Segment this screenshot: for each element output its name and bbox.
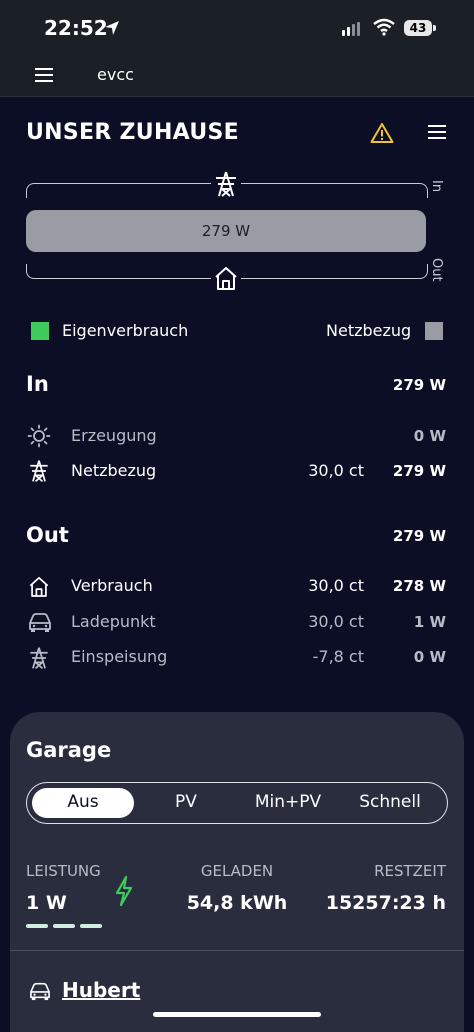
loadpoint-title: Garage — [26, 738, 112, 762]
power-tower-icon — [30, 460, 48, 483]
in-row-value: 279 W — [392, 462, 446, 480]
mode-button-schnell[interactable]: Schnell — [339, 792, 441, 812]
power-value: 1 W — [26, 892, 67, 914]
out-row-label: Einspeisung — [71, 647, 168, 666]
in-row-value: 0 W — [413, 427, 446, 445]
charging-bolt-icon — [115, 875, 133, 907]
car-icon — [29, 613, 51, 632]
mode-button-min-pv[interactable]: Min+PV — [237, 792, 339, 812]
warning-icon[interactable] — [370, 122, 394, 144]
site-menu-icon[interactable] — [428, 125, 446, 139]
flow-bar-grid: 279 W — [26, 210, 426, 252]
page-title: UNSER ZUHAUSE — [26, 120, 239, 145]
out-section-total: 279 W — [392, 527, 446, 545]
card-divider — [10, 950, 464, 951]
sun-icon — [27, 424, 51, 448]
out-row-label: Verbrauch — [71, 576, 153, 595]
app-title: evcc — [97, 65, 134, 84]
mode-button-aus[interactable]: Aus — [32, 792, 134, 812]
vehicle-name-link[interactable]: Hubert — [62, 978, 140, 1002]
battery-tip — [433, 25, 436, 31]
remaining-label: RESTZEIT — [374, 862, 446, 880]
remaining-value: 15257:23 h — [325, 892, 446, 914]
power-tower-icon — [30, 647, 48, 670]
power-tower-icon — [216, 171, 236, 197]
out-row-value: 278 W — [392, 577, 446, 595]
location-arrow-icon — [105, 21, 119, 35]
out-row-label: Ladepunkt — [71, 612, 156, 631]
battery-indicator: 43 — [404, 20, 432, 36]
out-row-value: 1 W — [413, 613, 446, 631]
clock: 22:52 — [44, 16, 108, 40]
in-row-label: Netzbezug — [71, 461, 157, 480]
grid-icon-holder — [211, 170, 241, 198]
power-indicator-dash — [53, 924, 75, 928]
wifi-icon — [373, 18, 395, 36]
in-section-total: 279 W — [392, 376, 446, 394]
status-bar: 22:52 43 — [0, 0, 474, 56]
power-indicator-dash — [80, 924, 102, 928]
grid-import-swatch — [425, 322, 443, 340]
in-row-label: Erzeugung — [71, 426, 157, 445]
house-icon — [215, 267, 237, 290]
in-section-title: In — [26, 372, 49, 396]
self-consumption-swatch — [31, 322, 49, 340]
power-label: LEISTUNG — [26, 862, 101, 880]
flow-in-label: In — [429, 180, 444, 193]
cellular-signal-icon — [342, 22, 364, 36]
out-row-value: 0 W — [413, 648, 446, 666]
legend-grid-import: Netzbezug — [326, 321, 412, 340]
car-icon — [30, 982, 50, 1001]
home-indicator[interactable] — [153, 1012, 321, 1017]
hamburger-menu-icon[interactable] — [35, 68, 53, 82]
legend-self-consumption: Eigenverbrauch — [62, 321, 189, 340]
flow-out-label: Out — [429, 258, 444, 282]
power-indicator-dash — [26, 924, 48, 928]
out-section-title: Out — [26, 523, 69, 547]
home-icon-holder — [211, 264, 241, 292]
mode-button-pv[interactable]: PV — [135, 792, 237, 812]
app-bar: evcc — [0, 56, 474, 97]
house-icon — [29, 576, 49, 597]
